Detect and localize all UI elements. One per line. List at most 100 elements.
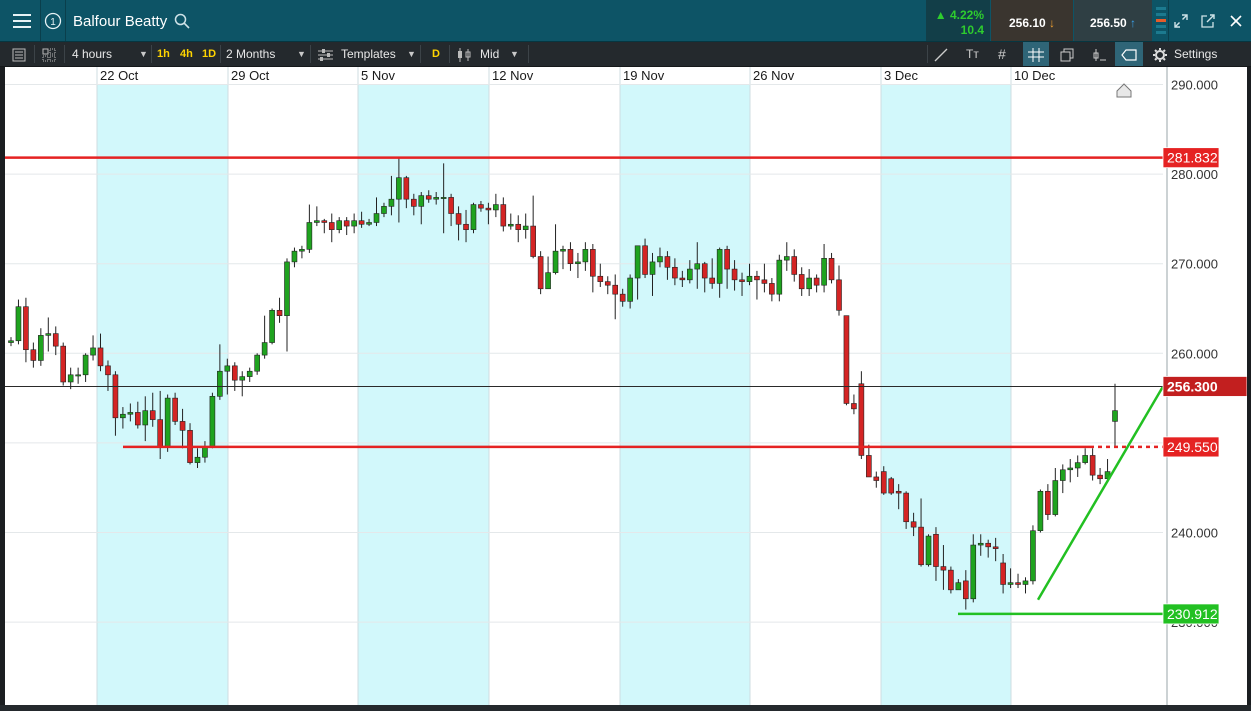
week-shade-band bbox=[881, 85, 1011, 705]
crosshair-fib-tool-icon[interactable] bbox=[1023, 42, 1049, 66]
indicator-tool-icon[interactable] bbox=[1092, 42, 1106, 66]
candle-body bbox=[724, 249, 730, 270]
templates-icon[interactable] bbox=[318, 42, 333, 66]
x-tick-label: 19 Nov bbox=[623, 68, 665, 83]
popout-icon[interactable] bbox=[1198, 6, 1218, 36]
instrument-title[interactable]: Balfour Beatty bbox=[73, 0, 167, 41]
week-shade-band bbox=[620, 85, 750, 705]
sell-price-button[interactable]: 256.10 ↓ bbox=[991, 0, 1073, 41]
search-icon[interactable] bbox=[172, 6, 192, 36]
templates-button[interactable]: Templates bbox=[341, 42, 396, 66]
candle-body bbox=[1082, 455, 1088, 463]
candle-body bbox=[209, 396, 216, 447]
chevron-down-icon[interactable]: ▼ bbox=[510, 42, 519, 66]
candle-body bbox=[634, 245, 641, 279]
x-tick-label: 12 Nov bbox=[492, 68, 534, 83]
candle-body bbox=[358, 220, 365, 225]
candlestick-chart[interactable]: 22 Oct 29 Oct 5 Nov 12 Nov 19 Nov 26 Nov 3 Dec… bbox=[5, 67, 1248, 705]
candle-body bbox=[649, 261, 656, 275]
price-type-select[interactable]: Mid bbox=[480, 42, 499, 66]
close-icon[interactable] bbox=[1226, 6, 1246, 36]
range-select[interactable]: 2 Months bbox=[226, 42, 275, 66]
candle-body bbox=[23, 306, 29, 351]
candle-body bbox=[672, 266, 678, 279]
watchlist-icon[interactable] bbox=[12, 42, 26, 66]
hamburger-menu-icon[interactable] bbox=[8, 6, 36, 36]
candle-body bbox=[910, 521, 917, 528]
candle-body bbox=[1112, 410, 1118, 422]
buy-price-button[interactable]: 256.50 ↑ bbox=[1074, 0, 1152, 41]
candle-body bbox=[15, 306, 22, 342]
interval-1d-button[interactable]: 1D bbox=[202, 42, 216, 66]
chevron-down-icon[interactable]: ▼ bbox=[297, 42, 306, 66]
candle-body bbox=[373, 213, 380, 223]
candle-body bbox=[52, 333, 59, 347]
copy-drawing-icon[interactable] bbox=[1060, 42, 1074, 66]
candle-body bbox=[321, 220, 328, 223]
chevron-down-icon[interactable]: ▼ bbox=[139, 42, 148, 66]
candle-body bbox=[8, 340, 14, 343]
d-badge[interactable]: D bbox=[432, 42, 440, 66]
candle-body bbox=[411, 198, 417, 207]
candle-body bbox=[194, 456, 201, 463]
settings-gear-icon[interactable] bbox=[1153, 42, 1167, 66]
candle-body bbox=[552, 250, 559, 273]
alert-icon bbox=[1116, 83, 1132, 98]
candle-body bbox=[657, 256, 663, 263]
candle-body bbox=[455, 213, 462, 225]
candle-body bbox=[97, 347, 104, 367]
settings-button[interactable]: Settings bbox=[1174, 42, 1217, 66]
candle-body bbox=[970, 544, 977, 600]
candle-body bbox=[306, 222, 313, 250]
candle-body bbox=[619, 293, 626, 302]
price-chart[interactable]: 22 Oct 29 Oct 5 Nov 12 Nov 19 Nov 26 Nov 3 Dec… bbox=[5, 67, 1248, 705]
change-percent: 4.22% bbox=[949, 8, 984, 22]
candle-body bbox=[582, 249, 589, 263]
candle-body bbox=[336, 220, 343, 230]
candle-body bbox=[217, 370, 223, 397]
bottom-edge bbox=[0, 705, 1251, 711]
interval-select[interactable]: 4 hours bbox=[72, 42, 112, 66]
y-tick-label: 260.000 bbox=[1171, 346, 1218, 361]
text-tool-icon[interactable]: Tт bbox=[966, 42, 979, 66]
interval-1h-button[interactable]: 1h bbox=[157, 42, 170, 66]
candle-body bbox=[597, 275, 604, 282]
candle-body bbox=[67, 374, 74, 383]
candle-body bbox=[75, 374, 81, 377]
candle-body bbox=[246, 370, 253, 377]
interval-4h-button[interactable]: 4h bbox=[180, 42, 193, 66]
expand-icon[interactable] bbox=[1171, 6, 1191, 36]
candle-body bbox=[470, 204, 477, 230]
candle-body bbox=[1015, 582, 1021, 585]
grid-toggle-icon[interactable]: # bbox=[998, 42, 1006, 66]
chevron-down-icon[interactable]: ▼ bbox=[407, 42, 416, 66]
candle-body bbox=[179, 421, 186, 431]
candle-body bbox=[858, 383, 865, 456]
candle-body bbox=[604, 281, 611, 286]
candle-body bbox=[992, 546, 999, 549]
candle-body bbox=[463, 223, 469, 230]
candle-body bbox=[530, 225, 536, 257]
candle-body bbox=[664, 256, 671, 268]
trendline-tool-icon[interactable] bbox=[934, 42, 948, 66]
candle-body bbox=[798, 274, 805, 290]
candle-body bbox=[418, 195, 425, 207]
candle-body bbox=[761, 279, 768, 284]
candle-body bbox=[746, 275, 753, 282]
candle-body bbox=[60, 345, 67, 383]
candle-body bbox=[895, 490, 902, 494]
tag-tool-icon[interactable] bbox=[1115, 42, 1143, 66]
instance-number-badge[interactable]: 1 bbox=[43, 6, 63, 36]
candle-body bbox=[642, 245, 648, 275]
candle-body bbox=[261, 342, 268, 356]
candle-body bbox=[716, 249, 723, 284]
candle-body bbox=[866, 455, 872, 478]
layout-icon[interactable] bbox=[42, 42, 56, 66]
candle-body bbox=[940, 566, 947, 571]
candle-body bbox=[276, 309, 283, 316]
candle-body bbox=[433, 197, 439, 200]
depth-bars-icon[interactable] bbox=[1156, 6, 1166, 36]
candlestick-type-icon[interactable] bbox=[456, 42, 474, 66]
candle-body bbox=[239, 376, 246, 381]
candle-body bbox=[679, 277, 686, 281]
